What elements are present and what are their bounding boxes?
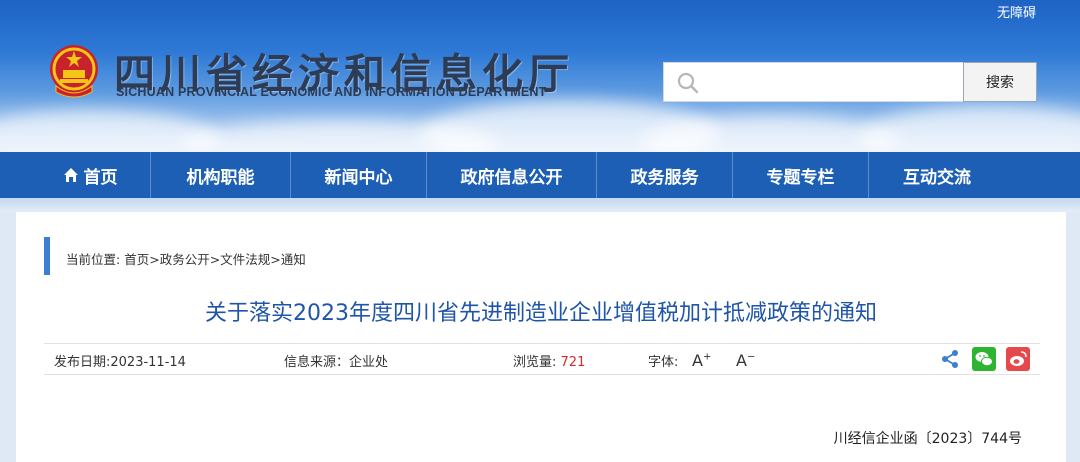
plus-icon: + — [702, 351, 712, 363]
breadcrumb: 当前位置: 首页>政务公开>文件法规>通知 — [66, 249, 306, 268]
breadcrumb-accent — [44, 237, 50, 275]
minus-icon: − — [746, 351, 756, 363]
breadcrumb-separator: > — [270, 252, 281, 267]
publish-date-label: 发布日期: — [54, 355, 111, 370]
info-source-value: 企业处 — [349, 355, 389, 370]
breadcrumb-item-home[interactable]: 首页 — [124, 252, 149, 267]
nav-item-services[interactable]: 政务服务 — [597, 152, 733, 198]
nav-item-label: 政务服务 — [630, 167, 699, 188]
breadcrumb-prefix: 当前位置: — [66, 252, 121, 267]
font-increase-button[interactable]: A+ — [692, 351, 711, 370]
nav-item-label: 专题专栏 — [766, 167, 835, 188]
cloud-decoration — [860, 105, 1080, 152]
nav-item-label: 机构职能 — [186, 167, 255, 188]
info-source-label: 信息来源： — [284, 355, 350, 370]
nav-item-organization[interactable]: 机构职能 — [151, 152, 291, 198]
view-count-label: 浏览量: — [513, 355, 557, 370]
main-nav: 首页 机构职能 新闻中心 政府信息公开 政务服务 专题专栏 互动交流 — [0, 152, 1080, 198]
site-header: 无障碍 四川省经济和信息化厅 SICHUAN PROVINCIAL ECONOM… — [0, 0, 1080, 152]
publish-date: 发布日期:2023-11-14 — [54, 351, 186, 370]
breadcrumb-item-regulations[interactable]: 文件法规 — [220, 252, 270, 267]
search-icon — [677, 72, 699, 94]
national-emblem-icon — [50, 45, 98, 98]
info-source: 信息来源：企业处 — [284, 351, 388, 370]
weibo-icon[interactable] — [1006, 347, 1030, 371]
font-decrease-glyph: A — [736, 351, 747, 370]
font-decrease-button[interactable]: A− — [736, 351, 755, 370]
breadcrumb-separator: > — [149, 252, 160, 267]
view-count-value: 721 — [560, 355, 586, 370]
view-count: 浏览量: 721 — [513, 351, 585, 370]
nav-item-label: 新闻中心 — [324, 167, 393, 188]
font-increase-glyph: A — [692, 351, 703, 370]
nav-item-interaction[interactable]: 互动交流 — [869, 152, 1005, 198]
content-panel: 当前位置: 首页>政务公开>文件法规>通知 关于落实2023年度四川省先进制造业… — [16, 212, 1066, 462]
decorative-band — [0, 198, 1080, 212]
nav-item-topics[interactable]: 专题专栏 — [733, 152, 869, 198]
publish-date-value: 2023-11-14 — [110, 355, 186, 370]
search-input[interactable] — [708, 67, 958, 97]
article-title: 关于落实2023年度四川省先进制造业企业增值税加计抵减政策的通知 — [205, 301, 877, 326]
nav-item-home[interactable]: 首页 — [30, 152, 151, 198]
nav-item-label: 政府信息公开 — [460, 167, 563, 188]
search-button[interactable]: 搜索 — [963, 62, 1037, 102]
accessibility-link[interactable]: 无障碍 — [997, 2, 1036, 21]
font-size-label: 字体: — [648, 355, 679, 370]
nav-item-label: 首页 — [83, 167, 118, 188]
document-number: 川经信企业函〔2023〕744号 — [833, 431, 1022, 447]
breadcrumb-item-notice[interactable]: 通知 — [281, 252, 306, 267]
home-icon — [63, 168, 78, 182]
breadcrumb-item-gov-affairs[interactable]: 政务公开 — [160, 252, 210, 267]
org-name-en: SICHUAN PROVINCIAL ECONOMIC AND INFORMAT… — [116, 85, 547, 99]
wechat-icon[interactable] — [972, 347, 996, 371]
article-meta: 发布日期:2023-11-14 信息来源：企业处 浏览量: 721 字体: A+… — [44, 343, 1040, 375]
nav-item-gov-info[interactable]: 政府信息公开 — [427, 152, 597, 198]
search-box — [663, 62, 963, 102]
share-icon[interactable] — [938, 347, 962, 371]
nav-item-label: 互动交流 — [903, 167, 971, 188]
breadcrumb-separator: > — [209, 252, 221, 267]
nav-item-news[interactable]: 新闻中心 — [291, 152, 427, 198]
